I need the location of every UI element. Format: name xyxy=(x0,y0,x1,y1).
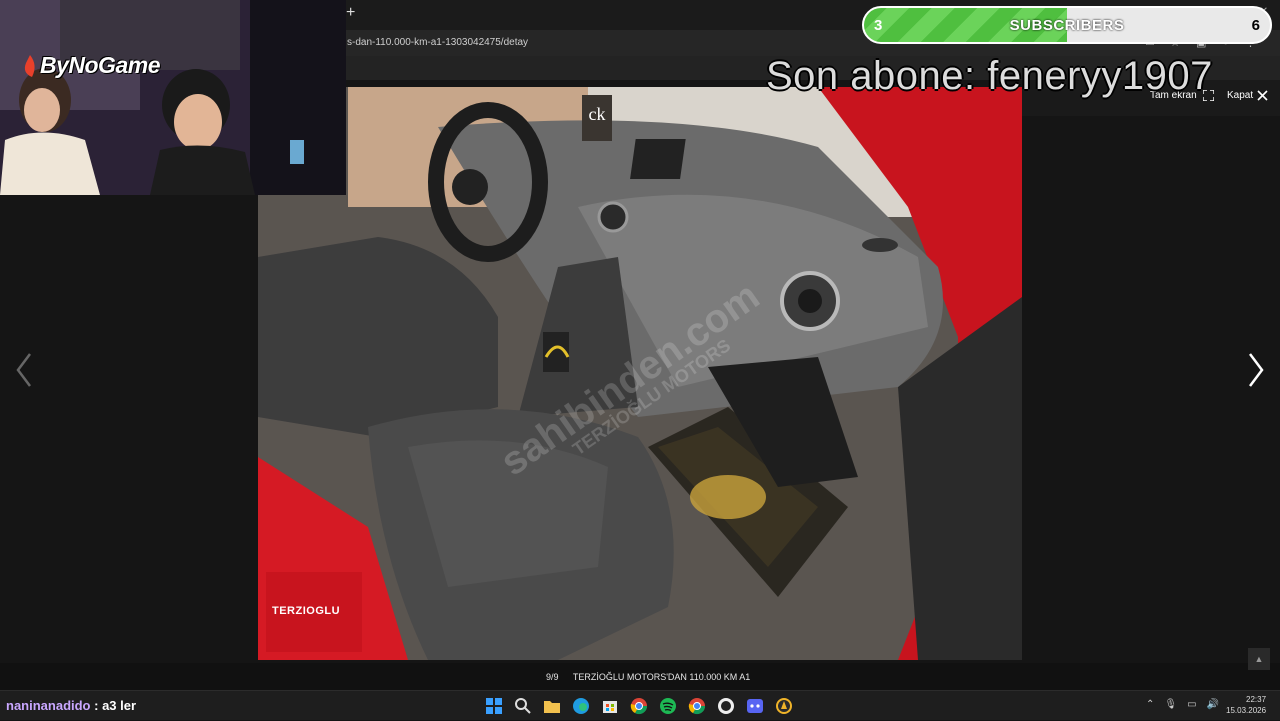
chat-message: naninanadido : a3 ler xyxy=(6,698,136,713)
microphone-icon[interactable]: 🎙 xyxy=(1164,699,1177,710)
previous-photo-button[interactable] xyxy=(12,350,36,390)
taskbar-clock[interactable]: 22:37 15.03.2026 xyxy=(1226,694,1266,716)
subscriber-target-count: 6 xyxy=(1251,17,1260,34)
listing-photo: ck sahibinden.com TERZİOĞLU MOTORS TERZI… xyxy=(258,87,1022,660)
new-tab-button[interactable]: + xyxy=(346,4,355,22)
chevron-up-icon[interactable]: ⌃ xyxy=(1146,699,1154,710)
dealer-logo: TERZIOGLU xyxy=(272,605,341,617)
channel-logo: ByNoGame xyxy=(22,52,160,79)
subscriber-goal-widget: 3 SUBSCRIBERS 6 xyxy=(862,6,1272,44)
app-icon[interactable] xyxy=(774,696,794,716)
chrome-icon[interactable] xyxy=(629,696,649,716)
chevron-right-icon xyxy=(1249,353,1264,387)
edge-icon[interactable] xyxy=(571,696,591,716)
clock-date: 15.03.2026 xyxy=(1226,706,1267,715)
url-text[interactable]: s-dan-110.000-km-a1-1303042475/detay xyxy=(347,37,528,48)
chrome-icon[interactable] xyxy=(687,696,707,716)
chat-text: : a3 ler xyxy=(94,698,137,713)
photo-counter: 9/9 xyxy=(546,672,559,682)
chevron-left-icon xyxy=(16,353,31,387)
taskbar-apps xyxy=(484,696,794,716)
subscriber-goal-label: SUBSCRIBERS xyxy=(1009,17,1125,34)
taskbar: ⌃ 🎙 ▭ 🔊 22:37 15.03.2026 xyxy=(0,690,1280,720)
volume-icon[interactable]: 🔊 xyxy=(1207,699,1219,710)
channel-logo-text: ByNoGame xyxy=(40,52,160,78)
close-viewer-button[interactable]: Kapat xyxy=(1227,90,1268,101)
scroll-top-button[interactable]: ▲ xyxy=(1248,648,1270,670)
network-icon[interactable]: ▭ xyxy=(1187,699,1196,710)
system-tray: ⌃ 🎙 ▭ 🔊 xyxy=(1146,699,1219,710)
close-label: Kapat xyxy=(1227,90,1254,101)
photo-caption: 9/9 TERZİOĞLU MOTORS'DAN 110.000 KM A1 xyxy=(546,672,750,682)
brand-badge: ck xyxy=(582,95,612,141)
next-photo-button[interactable] xyxy=(1244,350,1268,390)
flame-icon xyxy=(24,54,35,77)
app-icon[interactable] xyxy=(745,696,765,716)
github-icon[interactable] xyxy=(716,696,736,716)
windows-icon[interactable] xyxy=(484,696,504,716)
file-explorer-icon[interactable] xyxy=(542,696,562,716)
search-icon[interactable] xyxy=(513,696,533,716)
webcam-overlay: ByNoGame xyxy=(0,0,346,195)
spotify-icon[interactable] xyxy=(658,696,678,716)
chat-username: naninanadido xyxy=(6,698,91,713)
close-icon xyxy=(1257,90,1268,101)
photo-title: TERZİOĞLU MOTORS'DAN 110.000 KM A1 xyxy=(572,672,751,682)
clock-time: 22:37 xyxy=(1246,695,1267,704)
last-subscriber-text: Son abone: feneryy1907 xyxy=(766,54,1213,98)
store-icon[interactable] xyxy=(600,696,620,716)
webcam-image xyxy=(0,0,346,195)
